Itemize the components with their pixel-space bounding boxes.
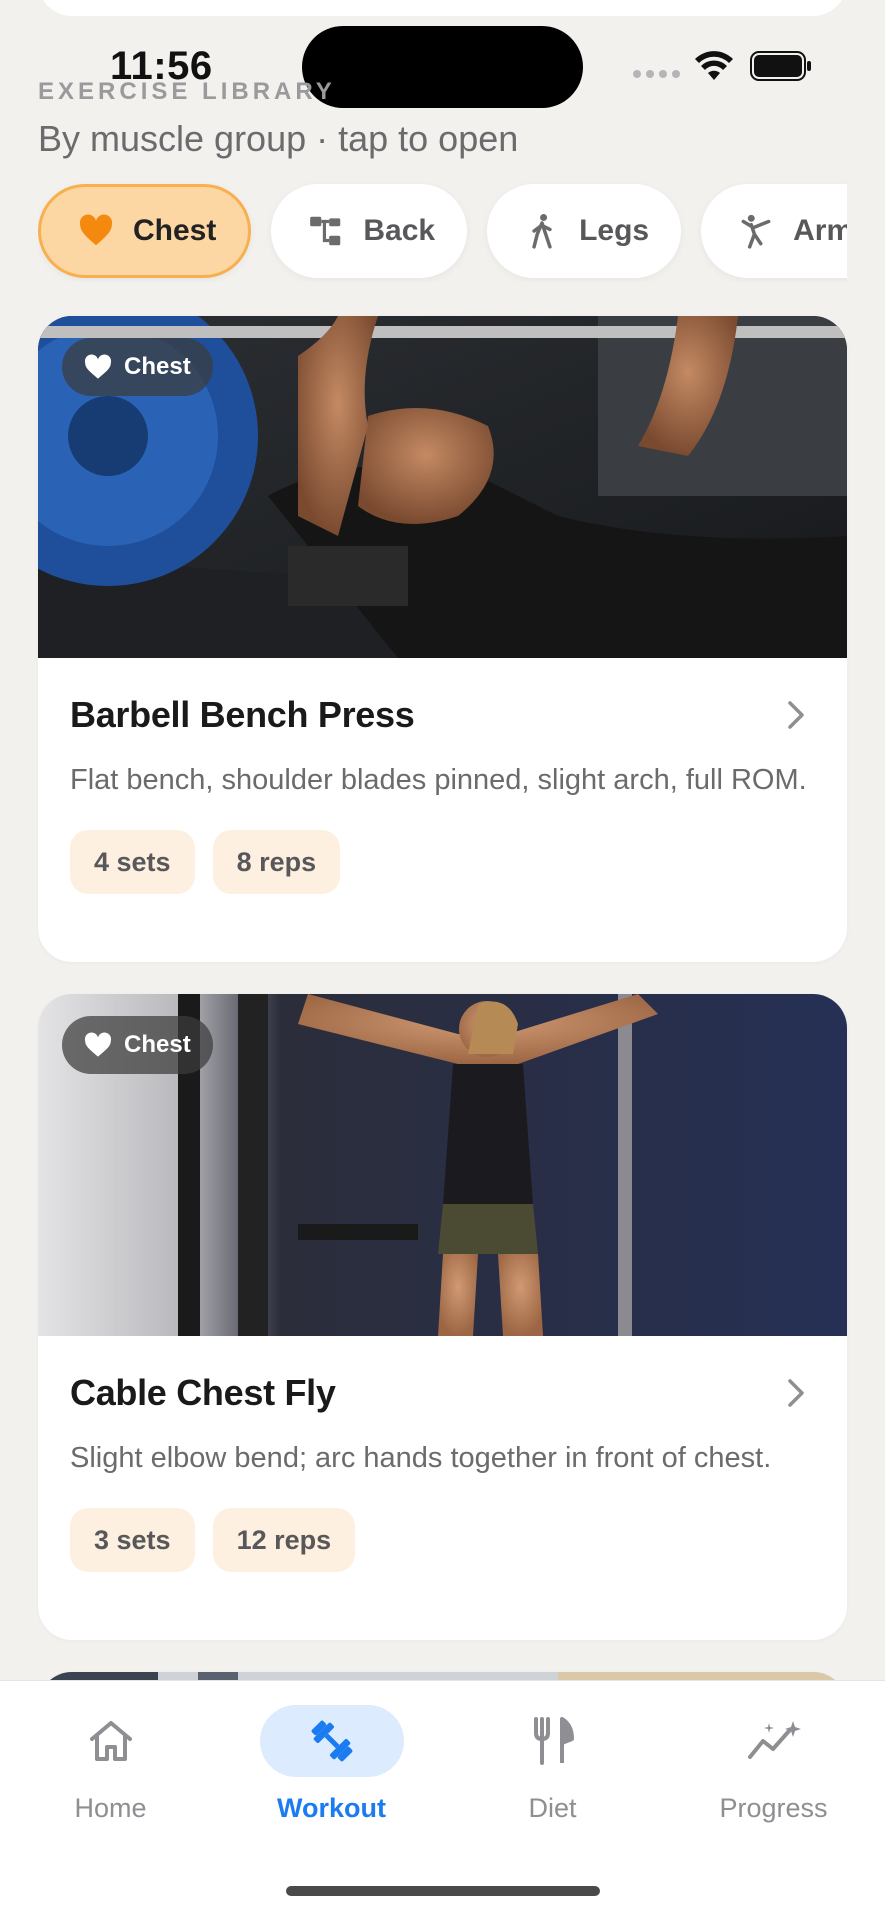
- house-icon: [89, 1721, 132, 1761]
- dynamic-island: [302, 26, 583, 108]
- muscle-group-filter[interactable]: Chest Back Legs Arms: [38, 180, 847, 282]
- exercise-description: Slight elbow bend; arc hands together in…: [70, 1442, 772, 1474]
- sets-pill: 3 sets: [70, 1508, 195, 1572]
- tab-workout[interactable]: Workout: [221, 1705, 442, 1835]
- chevron-right-icon[interactable]: [785, 1378, 807, 1408]
- chip-back[interactable]: Back: [271, 184, 468, 278]
- battery-icon: [750, 51, 811, 81]
- exercise-card[interactable]: Chest Barbell Bench Press Flat bench, sh…: [38, 316, 847, 962]
- tab-label: Diet: [528, 1793, 577, 1823]
- tab-bar: Home Workout Diet Progress: [0, 1680, 885, 1920]
- exercise-title: Barbell Bench Press: [70, 694, 415, 735]
- sets-pill: 4 sets: [70, 830, 195, 894]
- exercise-card[interactable]: Chest Cable Chest Fly Slight elbow bend;…: [38, 994, 847, 1640]
- tab-progress[interactable]: Progress: [663, 1705, 884, 1835]
- chip-label: Back: [363, 214, 436, 247]
- section-eyebrow: EXERCISE LIBRARY: [38, 78, 336, 105]
- tab-label: Workout: [277, 1793, 386, 1823]
- exercise-photo: Chest: [38, 316, 847, 658]
- exercise-title: Cable Chest Fly: [70, 1372, 336, 1413]
- muscle-badge: Chest: [62, 338, 213, 396]
- tab-home[interactable]: Home: [0, 1705, 221, 1835]
- muscle-badge-label: Chest: [124, 353, 191, 380]
- tab-label: Progress: [719, 1793, 828, 1823]
- fork-knife-icon: [533, 1717, 574, 1765]
- cellular-signal-icon: [633, 70, 680, 78]
- muscle-badge: Chest: [62, 1016, 213, 1074]
- wifi-icon: [695, 51, 733, 80]
- muscle-badge-label: Chest: [124, 1031, 191, 1058]
- chip-chest[interactable]: Chest: [38, 184, 252, 278]
- section-subtitle: By muscle group · tap to open: [38, 118, 519, 159]
- hierarchy-icon: [310, 216, 341, 246]
- tab-label: Home: [74, 1793, 147, 1823]
- reps-pill: 12 reps: [212, 1508, 356, 1572]
- tab-diet[interactable]: Diet: [442, 1705, 663, 1835]
- heart-icon: [79, 214, 113, 246]
- chevron-right-icon[interactable]: [785, 700, 807, 730]
- heart-icon: [84, 1032, 112, 1057]
- chip-label: Arms: [793, 214, 847, 247]
- reps-pill: 8 reps: [212, 830, 341, 894]
- walking-figure-icon: [532, 214, 552, 249]
- chip-legs[interactable]: Legs: [487, 184, 682, 278]
- chip-arms[interactable]: Arms: [701, 184, 847, 278]
- chip-label: Chest: [133, 214, 217, 247]
- dumbbell-icon: [311, 1720, 352, 1762]
- heart-icon: [84, 354, 112, 379]
- chip-label: Legs: [579, 214, 650, 247]
- kick-figure-icon: [741, 214, 771, 249]
- exercise-photo: Chest: [38, 994, 847, 1336]
- home-indicator[interactable]: [286, 1886, 600, 1896]
- trend-sparkle-icon: [747, 1721, 801, 1759]
- exercise-description: Flat bench, shoulder blades pinned, slig…: [70, 764, 807, 796]
